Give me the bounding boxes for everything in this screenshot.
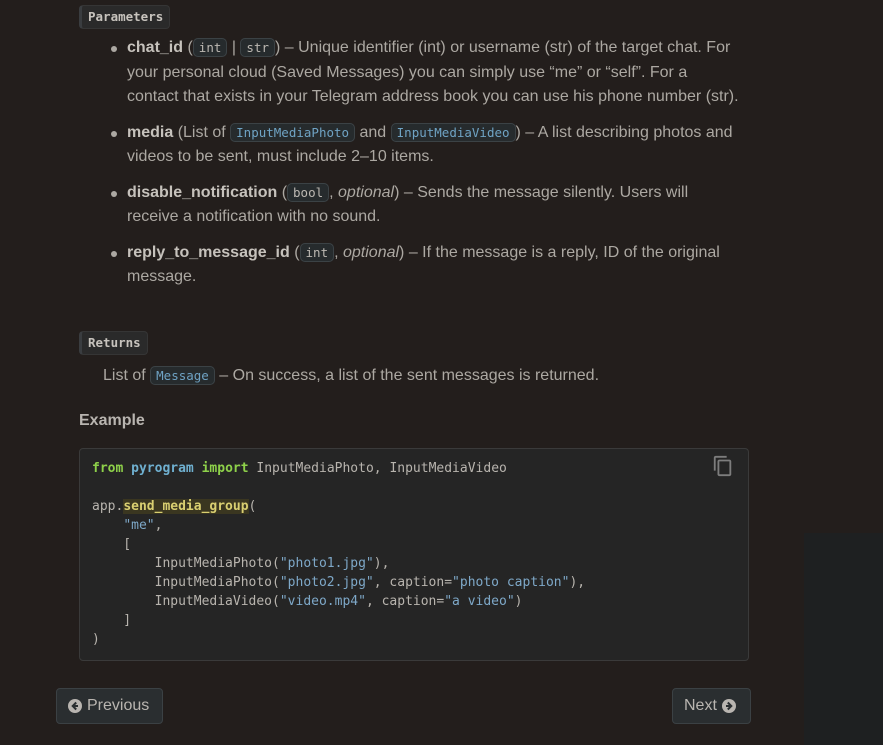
type-link[interactable]: Message bbox=[150, 366, 215, 385]
parameters-list: chat_id (int | str) – Unique identifier … bbox=[103, 36, 743, 290]
type-tag: str bbox=[240, 38, 275, 57]
param-chat-id: chat_id (int | str) – Unique identifier … bbox=[103, 36, 743, 110]
highlighted-function: send_media_group bbox=[123, 499, 249, 514]
optional-label: optional bbox=[343, 243, 400, 261]
parameters-label: Parameters bbox=[79, 5, 171, 29]
param-disable-notification: disable_notification (bool, optional) – … bbox=[103, 181, 743, 230]
doc-content: Parameters chat_id (int | str) – Unique … bbox=[0, 0, 883, 745]
param-name: disable_notification bbox=[127, 183, 278, 201]
optional-label: optional bbox=[338, 183, 395, 201]
next-button[interactable]: Next bbox=[672, 688, 751, 724]
previous-button[interactable]: Previous bbox=[56, 688, 163, 724]
param-name: media bbox=[127, 123, 174, 141]
returns-label: Returns bbox=[79, 331, 148, 355]
param-media: media (List of InputMediaPhoto and Input… bbox=[103, 121, 743, 170]
previous-label: Previous bbox=[87, 697, 150, 714]
next-label: Next bbox=[684, 697, 717, 714]
param-name: chat_id bbox=[127, 39, 184, 56]
copy-icon[interactable] bbox=[712, 455, 734, 477]
param-reply-to-message-id: reply_to_message_id (int, optional) – If… bbox=[103, 241, 743, 290]
type-link[interactable]: InputMediaVideo bbox=[390, 122, 516, 142]
type-link[interactable]: InputMediaPhoto bbox=[230, 122, 356, 142]
type-tag: int bbox=[299, 242, 335, 262]
type-tag: bool bbox=[287, 182, 330, 202]
type-tag: int bbox=[192, 38, 228, 57]
code-block: from pyrogram import InputMediaPhoto, In… bbox=[79, 448, 749, 661]
example-heading: Example bbox=[79, 412, 145, 429]
arrow-circle-right-icon bbox=[721, 699, 736, 713]
param-name: reply_to_message_id bbox=[127, 243, 290, 261]
arrow-circle-left-icon bbox=[68, 699, 82, 713]
code-content: from pyrogram import InputMediaPhoto, In… bbox=[92, 461, 586, 647]
returns-description: List of Message – On success, a list of … bbox=[103, 366, 600, 385]
